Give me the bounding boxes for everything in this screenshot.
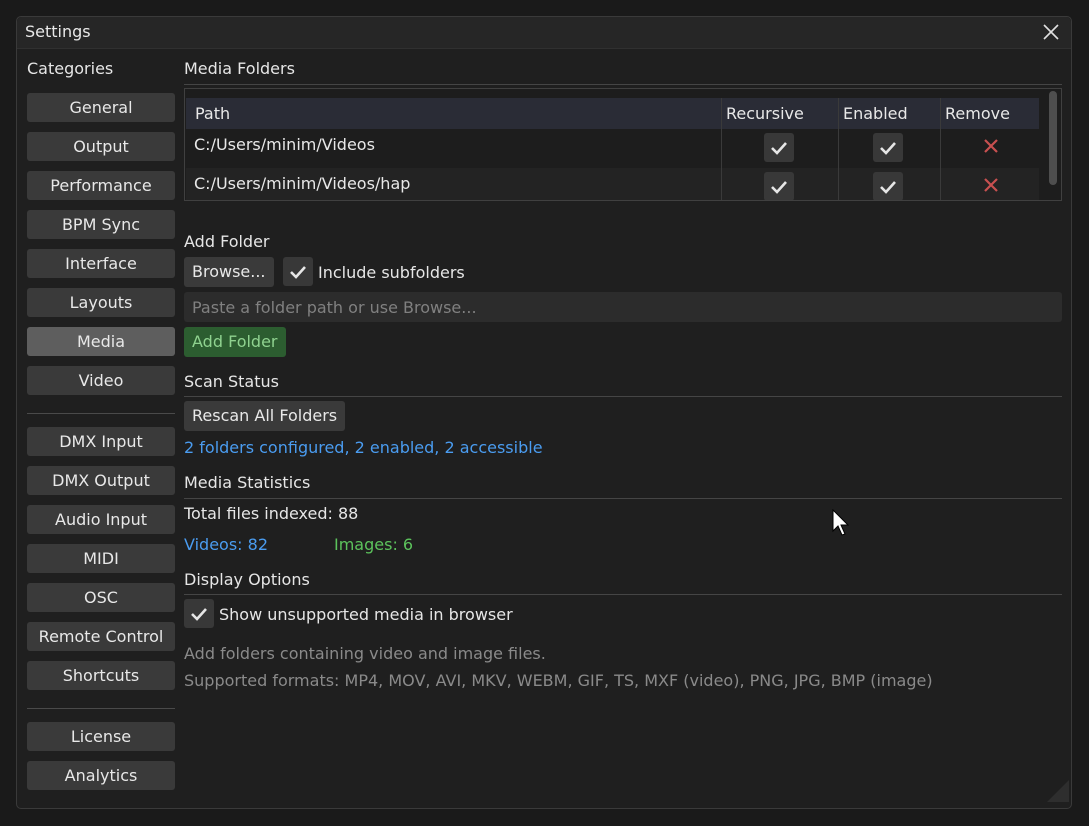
sidebar-item-license[interactable]: License <box>27 722 175 751</box>
mouse-pointer-icon <box>832 508 850 541</box>
recursive-checkbox[interactable] <box>764 172 794 200</box>
sidebar-item-layouts[interactable]: Layouts <box>27 288 175 317</box>
scrollbar-thumb[interactable] <box>1049 91 1057 185</box>
scan-status-title: Scan Status <box>184 372 279 391</box>
settings-window: Settings Categories General Output Perfo… <box>16 16 1072 809</box>
column-divider <box>721 98 722 200</box>
checkmark-icon <box>771 181 787 194</box>
sidebar-item-audio-input[interactable]: Audio Input <box>27 505 175 534</box>
remove-icon[interactable] <box>981 175 1001 195</box>
column-divider <box>838 98 839 200</box>
add-folder-button[interactable]: Add Folder <box>184 327 286 357</box>
table-row: C:/Users/minim/Videos/hap <box>186 168 1039 200</box>
recursive-checkbox[interactable] <box>764 133 794 162</box>
sidebar-item-performance[interactable]: Performance <box>27 171 175 200</box>
categories-heading: Categories <box>27 59 114 78</box>
section-divider <box>184 594 1062 595</box>
checkmark-icon <box>290 266 306 279</box>
categories-sidebar: Categories General Output Performance BP… <box>26 57 176 790</box>
rescan-all-folders-button[interactable]: Rescan All Folders <box>184 401 346 431</box>
images-count: Images: 6 <box>334 535 414 554</box>
media-folders-table: Path Recursive Enabled Remove C:/Users/m… <box>184 88 1062 201</box>
show-unsupported-label: Show unsupported media in browser <box>219 605 513 624</box>
sidebar-item-remote-control[interactable]: Remote Control <box>27 622 175 651</box>
folder-path-input[interactable] <box>184 292 1062 322</box>
column-header-remove: Remove <box>945 104 1010 123</box>
sidebar-item-midi[interactable]: MIDI <box>27 544 175 573</box>
sidebar-item-general[interactable]: General <box>27 93 175 122</box>
folder-path: C:/Users/minim/Videos/hap <box>194 174 411 193</box>
sidebar-item-shortcuts[interactable]: Shortcuts <box>27 661 175 690</box>
column-header-path: Path <box>195 104 231 123</box>
display-options-title: Display Options <box>184 570 310 589</box>
section-divider <box>184 396 1062 397</box>
browse-button[interactable]: Browse... <box>184 257 274 287</box>
total-files-indexed: Total files indexed: 88 <box>184 504 359 523</box>
resize-grip-icon[interactable] <box>1047 780 1069 806</box>
table-header: Path Recursive Enabled Remove <box>186 98 1039 129</box>
column-header-enabled: Enabled <box>843 104 908 123</box>
section-divider <box>184 498 1062 499</box>
sidebar-item-dmx-output[interactable]: DMX Output <box>27 466 175 495</box>
checkmark-icon <box>880 142 896 155</box>
sidebar-separator <box>27 413 175 414</box>
folder-path: C:/Users/minim/Videos <box>194 135 375 154</box>
checkmark-icon <box>771 142 787 155</box>
enabled-checkbox[interactable] <box>873 133 903 162</box>
column-divider <box>940 98 941 200</box>
sidebar-item-media[interactable]: Media <box>27 327 175 356</box>
table-row: C:/Users/minim/Videos <box>186 129 1039 168</box>
sidebar-item-interface[interactable]: Interface <box>27 249 175 278</box>
remove-icon[interactable] <box>981 136 1001 156</box>
table-scrollbar[interactable] <box>1046 90 1060 200</box>
sidebar-item-bpm-sync[interactable]: BPM Sync <box>27 210 175 239</box>
include-subfolders-label: Include subfolders <box>318 263 465 282</box>
section-divider <box>184 84 1062 85</box>
help-text-folders: Add folders containing video and image f… <box>184 644 546 663</box>
sidebar-item-dmx-input[interactable]: DMX Input <box>27 427 175 456</box>
checkmark-icon <box>880 181 896 194</box>
sidebar-item-analytics[interactable]: Analytics <box>27 761 175 790</box>
include-subfolders-checkbox[interactable] <box>283 257 313 286</box>
videos-count: Videos: 82 <box>184 535 268 554</box>
sidebar-item-osc[interactable]: OSC <box>27 583 175 612</box>
media-statistics-title: Media Statistics <box>184 473 311 492</box>
checkmark-icon <box>191 608 207 621</box>
sidebar-separator <box>27 708 175 709</box>
close-icon[interactable] <box>1041 22 1061 42</box>
scan-summary: 2 folders configured, 2 enabled, 2 acces… <box>184 438 543 457</box>
help-text-formats: Supported formats: MP4, MOV, AVI, MKV, W… <box>184 671 933 690</box>
title-bar[interactable]: Settings <box>17 17 1071 49</box>
sidebar-item-video[interactable]: Video <box>27 366 175 395</box>
column-header-recursive: Recursive <box>726 104 804 123</box>
media-folders-title: Media Folders <box>184 59 295 78</box>
show-unsupported-checkbox[interactable] <box>184 599 214 628</box>
enabled-checkbox[interactable] <box>873 172 903 200</box>
sidebar-item-output[interactable]: Output <box>27 132 175 161</box>
window-title: Settings <box>25 22 91 41</box>
add-folder-title: Add Folder <box>184 232 270 251</box>
